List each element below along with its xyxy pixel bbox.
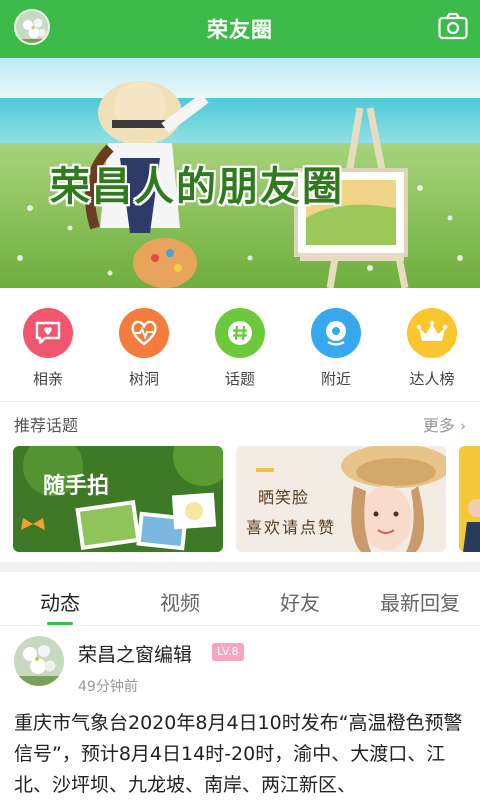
topic-card-partial[interactable] <box>459 446 480 552</box>
tab-shipin[interactable]: 视频 <box>120 574 240 625</box>
topic-card-text: 随手拍 <box>43 474 110 499</box>
top-bar: 荣友圈 <box>0 0 480 58</box>
more-label: 更多 <box>422 416 455 435</box>
topic-card-text: 晒笑脸 <box>258 488 310 507</box>
post-author[interactable]: 荣昌之窗编辑 <box>78 640 192 667</box>
hashtag-icon <box>215 308 265 358</box>
nav-label: 话题 <box>224 370 255 388</box>
camera-icon[interactable] <box>438 12 468 40</box>
nav-label: 相亲 <box>32 370 63 388</box>
chevron-right-icon: › <box>460 417 466 435</box>
level-badge: LV.8 <box>212 643 244 661</box>
topic-card-subtext: 喜欢请点赞 <box>246 518 337 537</box>
tab-dongtai[interactable]: 动态 <box>0 574 120 625</box>
page-title: 荣友圈 <box>207 18 273 42</box>
nav-label: 达人榜 <box>409 370 455 388</box>
topic-card-shaixiaolian[interactable]: 晒笑脸 喜欢请点赞 <box>236 446 446 552</box>
recommended-topics-header: 推荐话题 更多 › <box>0 401 480 441</box>
heart-pulse-icon <box>119 308 169 358</box>
tab-label: 好友 <box>280 591 320 615</box>
nav-darenbang[interactable]: 达人榜 <box>387 300 477 396</box>
location-icon <box>311 308 361 358</box>
chat-bubble-heart-icon <box>23 308 73 358</box>
active-tab-indicator <box>47 622 73 625</box>
nav-xiangqin[interactable]: 相亲 <box>3 300 93 396</box>
post-content[interactable]: 重庆市气象台2020年8月4日10时发布“高温橙色预警信号”，预计8月4日14时… <box>14 708 469 800</box>
nav-label: 树洞 <box>128 370 159 388</box>
section-title: 推荐话题 <box>14 416 79 435</box>
tab-label: 最新回复 <box>380 591 460 615</box>
crown-icon <box>407 308 457 358</box>
topic-cards: 随手拍 晒笑脸 喜欢请点赞 <box>0 446 480 552</box>
post-time: 49分钟前 <box>78 679 138 695</box>
quick-nav: 相亲 树洞 话题 附近 达人榜 <box>0 300 480 396</box>
more-link[interactable]: 更多 › <box>423 412 466 436</box>
topic-card-suishoupai[interactable]: 随手拍 <box>13 446 223 552</box>
nav-shudong[interactable]: 树洞 <box>99 300 189 396</box>
tab-haoyou[interactable]: 好友 <box>240 574 360 625</box>
avatar[interactable] <box>14 636 64 686</box>
banner-title: 荣昌人的朋友圈 <box>50 163 344 210</box>
feed-tabs: 动态 视频 好友 最新回复 <box>0 574 480 626</box>
tab-zuixinhuifu[interactable]: 最新回复 <box>360 574 480 625</box>
tab-label: 动态 <box>40 591 80 615</box>
nav-label: 附近 <box>320 370 351 388</box>
section-divider <box>0 562 480 572</box>
nav-fujin[interactable]: 附近 <box>291 300 381 396</box>
tab-label: 视频 <box>160 591 200 615</box>
banner[interactable]: 荣昌人的朋友圈 <box>0 58 480 288</box>
nav-huati[interactable]: 话题 <box>195 300 285 396</box>
